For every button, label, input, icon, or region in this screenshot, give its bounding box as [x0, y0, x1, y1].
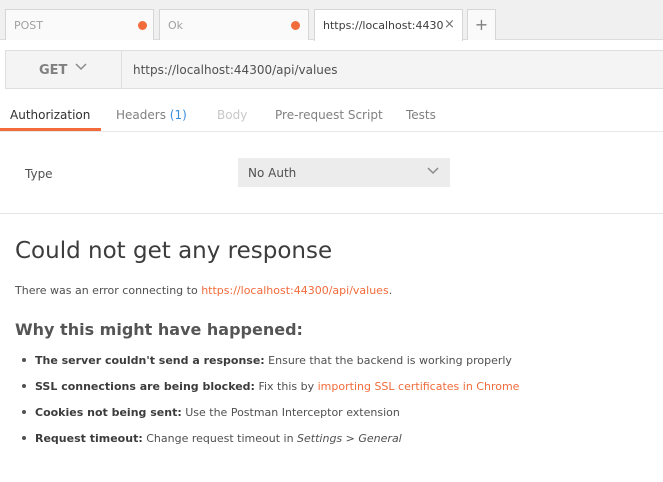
unsaved-dot-icon [291, 21, 300, 30]
reason-title: Cookies not being sent: [35, 406, 182, 419]
reason-title: SSL connections are being blocked: [35, 380, 255, 393]
error-desc-suffix: . [388, 284, 393, 297]
why-heading: Why this might have happened: [15, 320, 303, 339]
path-separator: > [342, 432, 359, 445]
reason-text: Fix this by [254, 380, 318, 393]
bullet [22, 358, 26, 362]
tab-headers-label: Headers [116, 108, 166, 122]
method-dropdown[interactable]: GET [6, 51, 122, 88]
request-bar: GET https://localhost:44300/api/values [5, 50, 663, 89]
reason-title: Request timeout: [35, 432, 143, 445]
reason-text: Use the Postman Interceptor extension [181, 406, 400, 419]
request-tab-post[interactable]: POST [5, 9, 154, 40]
tab-headers[interactable]: Headers (1) [116, 108, 187, 122]
error-url-link[interactable]: https://localhost:44300/api/values [201, 284, 388, 297]
error-desc-prefix: There was an error connecting to [15, 284, 202, 297]
section-divider [0, 213, 663, 214]
bullet [22, 436, 26, 440]
tab-tests[interactable]: Tests [406, 108, 436, 122]
reason-item: SSL connections are being blocked: Fix t… [22, 380, 519, 393]
chevron-down-icon [427, 167, 439, 175]
reason-item: The server couldn't send a response: Ens… [22, 354, 512, 367]
unsaved-dot-icon [138, 21, 147, 30]
tab-prerequest-script[interactable]: Pre-request Script [275, 108, 383, 122]
reason-text: Ensure that the backend is working prope… [264, 354, 512, 367]
tab-authorization[interactable]: Authorization [10, 108, 90, 122]
request-tab-ok[interactable]: Ok [159, 9, 309, 40]
auth-type-label: Type [25, 167, 53, 181]
close-icon[interactable]: × [444, 17, 455, 32]
auth-type-value: No Auth [248, 166, 297, 180]
settings-path: Settings [297, 432, 343, 445]
chevron-down-icon [75, 63, 87, 71]
general-path: General [358, 432, 402, 445]
method-label: GET [39, 63, 68, 78]
new-tab-button[interactable]: + [467, 9, 496, 40]
reason-item: Request timeout: Change request timeout … [22, 432, 402, 445]
tab-divider [0, 131, 663, 132]
url-input[interactable]: https://localhost:44300/api/values [133, 63, 338, 77]
tab-label: Ok [168, 19, 184, 32]
tab-label: https://localhost:4430 [323, 19, 444, 32]
plus-icon: + [474, 15, 489, 34]
headers-count-badge: (1) [169, 108, 187, 122]
reason-item: Cookies not being sent: Use the Postman … [22, 406, 400, 419]
error-title: Could not get any response [15, 238, 333, 264]
import-ssl-link[interactable]: importing SSL certificates in Chrome [318, 380, 520, 393]
auth-type-select[interactable]: No Auth [238, 158, 450, 187]
bullet [22, 410, 26, 414]
request-tab-active[interactable]: https://localhost:4430 × [314, 9, 463, 41]
bullet [22, 384, 26, 388]
reason-text: Change request timeout in [142, 432, 298, 445]
tab-body[interactable]: Body [217, 108, 247, 122]
tab-label: POST [14, 19, 43, 32]
reason-title: The server couldn't send a response: [35, 354, 265, 367]
error-description: There was an error connecting to https:/… [15, 284, 392, 297]
